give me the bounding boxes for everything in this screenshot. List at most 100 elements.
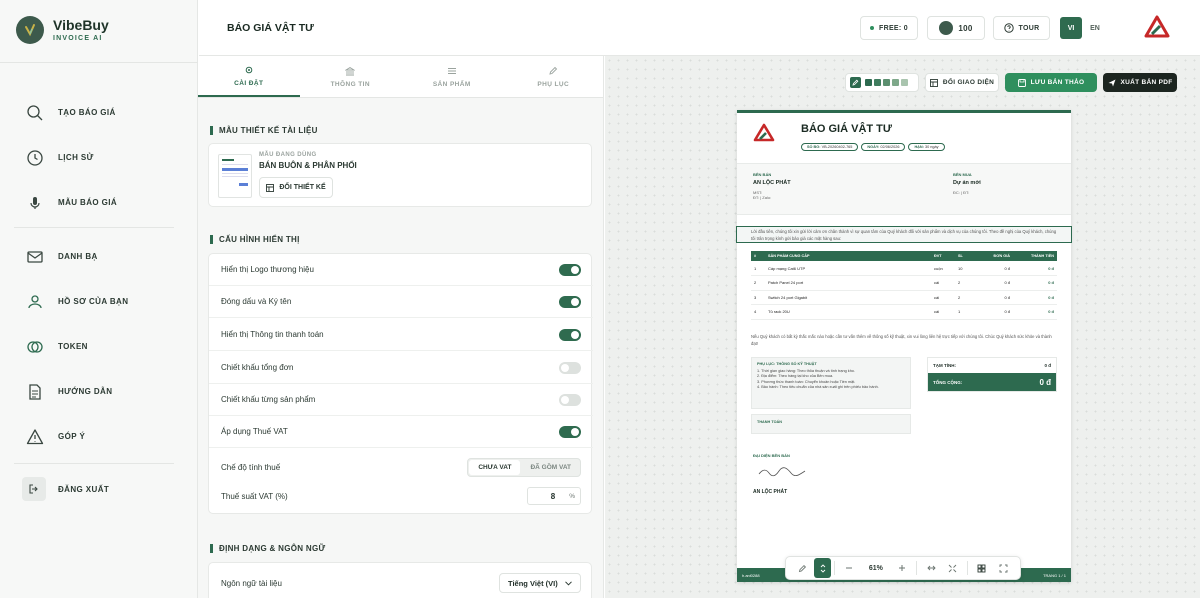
- table-header: SL: [955, 251, 973, 261]
- microphone-icon: [30, 196, 40, 209]
- vat-toggle[interactable]: [559, 425, 581, 438]
- toolbar-divider: [966, 561, 968, 575]
- subtotal-row: TẠM TÍNH: 0 đ: [928, 358, 1056, 373]
- sidebar-item-templates[interactable]: MẪU BÁO GIÁ: [22, 180, 182, 225]
- lang-en-button[interactable]: EN: [1084, 17, 1106, 39]
- export-pdf-button[interactable]: XUẤT BẢN PDF: [1103, 73, 1177, 92]
- tab-appendix[interactable]: PHỤ LỤC: [503, 56, 604, 97]
- setting-label: Đóng dấu và Ký tên: [221, 297, 292, 306]
- lang-vi-button[interactable]: VI: [1060, 17, 1082, 39]
- tab-info[interactable]: THÔNG TIN: [300, 56, 402, 97]
- cell: Switch 24 port Gigabit: [765, 290, 931, 305]
- edit-mode-button[interactable]: [792, 558, 814, 578]
- logo-toggle[interactable]: [559, 263, 581, 276]
- format-card: Ngôn ngữ tài liệu Tiếng Việt (VI): [208, 562, 592, 598]
- meta-value: 02/06/2026: [880, 145, 900, 149]
- export-pdf-label: XUẤT BẢN PDF: [1120, 79, 1173, 86]
- setting-row-stamp: Đóng dấu và Ký tên: [209, 286, 593, 318]
- fit-width-button[interactable]: [920, 558, 942, 578]
- color-swatch[interactable]: [883, 79, 890, 86]
- seller-line: ĐT: | Zalo:: [753, 195, 772, 200]
- meta-key: SỐ BG:: [807, 145, 821, 149]
- gear-icon: [245, 66, 253, 73]
- change-template-label: ĐỔI THIẾT KẾ: [279, 184, 326, 191]
- meta-value: 30 ngày: [925, 145, 939, 149]
- cell: 0 đ: [973, 290, 1013, 305]
- brand[interactable]: VibeBuy INVOICE AI: [16, 16, 109, 44]
- setting-row-logo: Hiển thị Logo thương hiệu: [209, 254, 593, 286]
- vat-rate-input[interactable]: 8 %: [527, 487, 581, 505]
- fit-page-button[interactable]: [942, 558, 964, 578]
- sidebar-item-label: GÓP Ý: [58, 432, 86, 441]
- payment-info-toggle[interactable]: [559, 328, 581, 341]
- save-draft-label: LƯU BẢN THẢO: [1030, 79, 1085, 86]
- sidebar-item-profile[interactable]: HỒ SƠ CỦA BẠN: [22, 279, 182, 324]
- payment-box: THANH TOÁN: [751, 414, 911, 434]
- sidebar-item-guide[interactable]: HƯỚNG DẪN: [22, 369, 182, 414]
- setting-label: Áp dụng Thuế VAT: [221, 427, 288, 436]
- color-swatches: [845, 73, 919, 92]
- fullscreen-button[interactable]: [992, 558, 1014, 578]
- language-switch: VI EN: [1060, 16, 1116, 40]
- table-header: ĐƠN GIÁ: [973, 251, 1013, 261]
- table-row: 2 Patch Panel 24 port cái 2 0 đ0 đ: [751, 275, 1057, 291]
- fullscreen-icon: [999, 564, 1008, 572]
- save-icon: [1017, 78, 1026, 87]
- stamp-toggle[interactable]: [559, 295, 581, 308]
- template-thumbnail[interactable]: [218, 154, 252, 198]
- tab-settings[interactable]: CÀI ĐẶT: [198, 56, 300, 97]
- pan-mode-button[interactable]: [813, 558, 832, 578]
- cell: 10: [955, 261, 973, 276]
- order-discount-toggle[interactable]: [559, 361, 581, 374]
- logout-button[interactable]: ĐĂNG XUẤT: [22, 476, 182, 502]
- document-logo-icon: [753, 123, 775, 142]
- grid-view-button[interactable]: [971, 558, 993, 578]
- setting-label: Hiển thị Thông tin thanh toán: [221, 330, 324, 339]
- document-title: BÁO GIÁ VẬT TƯ: [801, 123, 893, 135]
- setting-row-language: Ngôn ngữ tài liệu Tiếng Việt (VI): [209, 567, 593, 598]
- bank-icon: [345, 66, 356, 75]
- save-draft-button[interactable]: LƯU BẢN THẢO: [1005, 73, 1097, 92]
- free-quota-badge[interactable]: FREE: 0: [860, 16, 918, 40]
- color-swatch[interactable]: [892, 79, 899, 86]
- cell: 0 đ: [973, 275, 1013, 291]
- color-swatch[interactable]: [874, 79, 881, 86]
- tour-button[interactable]: TOUR: [993, 16, 1050, 40]
- zoom-out-button[interactable]: [838, 558, 860, 578]
- edit-color-icon[interactable]: [850, 77, 861, 88]
- setting-row-payment: Hiển thị Thông tin thanh toán: [209, 319, 593, 351]
- setting-row-vat-rate: Thuế suất VAT (%) 8 %: [209, 480, 593, 512]
- sidebar-item-contacts[interactable]: DANH BẠ: [22, 234, 182, 279]
- token-balance-button[interactable]: 100: [927, 16, 985, 40]
- terms-line: 4. Bảo hành: Theo tiêu chuẩn của nhà sản…: [757, 384, 879, 389]
- table-header: #: [751, 251, 765, 261]
- sidebar-item-create-quote[interactable]: TẠO BÁO GIÁ: [22, 90, 182, 135]
- arrows-vertical-icon: [820, 563, 825, 573]
- cell: 0 đ: [1013, 290, 1057, 305]
- sidebar-item-history[interactable]: LỊCH SỬ: [22, 135, 182, 180]
- cell: Tủ rack 20U: [765, 304, 931, 320]
- list-icon: [447, 67, 456, 74]
- display-settings-card: Hiển thị Logo thương hiệu Đóng dấu và Ký…: [208, 253, 593, 514]
- setting-row-vat: Áp dụng Thuế VAT: [209, 416, 593, 448]
- color-swatch[interactable]: [901, 79, 908, 86]
- topbar: BÁO GIÁ VẬT TƯ FREE: 0 100 TOUR VI EN: [199, 0, 1200, 56]
- sidebar-item-feedback[interactable]: GÓP Ý: [22, 414, 182, 459]
- buyer-caption: BÊN MUA: [953, 172, 972, 177]
- tab-products[interactable]: SẢN PHẨM: [401, 56, 503, 97]
- change-ui-button[interactable]: ĐỔI GIAO DIỆN: [925, 73, 999, 92]
- sidebar-item-token[interactable]: TOKEN: [22, 324, 182, 369]
- signature-image: [758, 467, 806, 477]
- logout-icon: [22, 477, 46, 501]
- item-discount-toggle[interactable]: [559, 393, 581, 406]
- document-language-select[interactable]: Tiếng Việt (VI): [499, 573, 581, 593]
- zoom-in-button[interactable]: [892, 558, 914, 578]
- buyer-name: Dự án mới: [953, 180, 981, 186]
- signature-caption: ĐẠI DIỆN BÊN BÁN: [753, 453, 790, 458]
- change-template-button[interactable]: ĐỔI THIẾT KẾ: [259, 177, 333, 198]
- company-logo-icon: [1144, 15, 1170, 38]
- cell: 0 đ: [973, 304, 1013, 320]
- color-swatch[interactable]: [865, 79, 872, 86]
- tax-mode-excl-vat[interactable]: CHƯA VAT: [469, 459, 521, 475]
- tax-mode-incl-vat[interactable]: ĐÃ GỒM VAT: [521, 459, 580, 476]
